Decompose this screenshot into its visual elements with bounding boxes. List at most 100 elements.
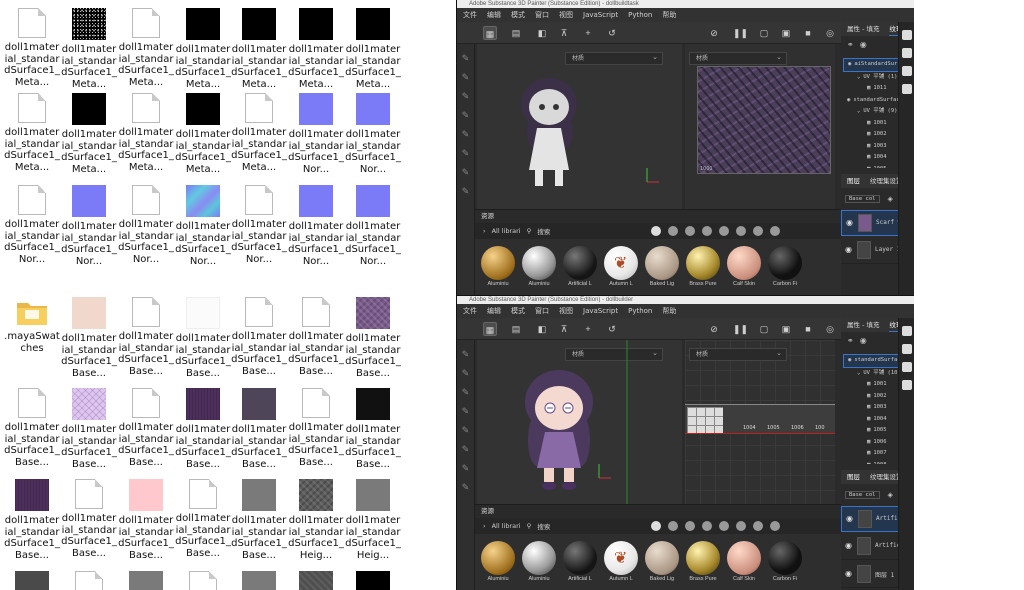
mask-icon[interactable] — [685, 226, 695, 236]
file-item[interactable]: doll1material_standardSurface1_Base... — [231, 479, 287, 561]
display-settings-icon[interactable] — [902, 30, 912, 40]
file-item[interactable]: doll1material_standardSurface1_Base... — [231, 297, 287, 377]
history-icon[interactable]: ↺ — [605, 26, 619, 40]
eye-icon[interactable]: ◉ — [860, 336, 867, 345]
menu-item[interactable]: 模式 — [511, 10, 525, 20]
screenshot-icon[interactable]: ◎ — [823, 26, 837, 40]
brush-filter-icon[interactable] — [719, 226, 729, 236]
grid-options-icon[interactable]: ▤ — [509, 26, 523, 40]
file-item[interactable]: doll1material_standardSurface1_Meta... — [61, 93, 117, 175]
menu-item[interactable]: JavaScript — [583, 307, 618, 315]
filter-icon[interactable] — [702, 521, 712, 531]
eye-icon[interactable]: ◉ — [846, 514, 853, 523]
history-icon[interactable]: ↺ — [605, 322, 619, 336]
file-item[interactable]: doll1material_standardSurface1_Base... — [288, 388, 344, 468]
align-icon[interactable]: ⊼ — [557, 322, 571, 336]
file-item[interactable]: doll1material_standardSurface1_Base... — [345, 388, 401, 470]
brush-filter-icon[interactable] — [719, 521, 729, 531]
cube-icon[interactable]: ▣ — [779, 322, 793, 336]
export-icon[interactable] — [902, 362, 912, 372]
file-item[interactable]: doll1material_standardSurface1_Nor... — [118, 185, 174, 265]
menu-item[interactable]: 窗口 — [535, 306, 549, 316]
panel-tab[interactable]: 属性 - 填充 — [847, 22, 879, 36]
material-thumbnail[interactable]: Aluminiu — [481, 246, 515, 287]
grid-icon[interactable]: ▦ — [483, 26, 497, 40]
file-item[interactable]: doll1material_standardSurface1_Meta... — [231, 8, 287, 90]
menu-item[interactable]: JavaScript — [583, 11, 618, 19]
material-thumbnail[interactable]: Baked Lig — [645, 541, 679, 582]
eraser-icon[interactable]: ✎ — [461, 368, 471, 378]
menu-item[interactable]: 文件 — [463, 10, 477, 20]
file-item[interactable]: doll1material_standardSurface1_Meta... — [118, 93, 174, 173]
bake-icon[interactable]: ✎ — [461, 186, 471, 196]
file-item[interactable]: doll1material_standardSurface1_Nor... — [4, 185, 60, 265]
viewport-3d[interactable]: 材质 — [477, 44, 682, 209]
file-item[interactable]: doll1material_standardSurface1_Meta... — [118, 8, 174, 88]
file-item[interactable]: doll1material_standardSurface1_Base... — [345, 297, 401, 379]
file-item[interactable]: doll1material_standardSurface1_Meta... — [231, 93, 287, 173]
file-item[interactable]: doll1material_standardSurface1_Meta... — [175, 93, 231, 175]
brush-icon[interactable]: ✎ — [461, 53, 471, 63]
hide-icon[interactable]: ⊘ — [707, 26, 721, 40]
file-item[interactable]: doll1material_standardSurface1_Base... — [118, 297, 174, 377]
library-filter[interactable]: All librari — [492, 227, 521, 235]
file-item[interactable] — [4, 571, 60, 590]
material-thumbnail[interactable]: ❦ Autumn L — [604, 246, 638, 287]
texture-filter-icon[interactable] — [753, 521, 763, 531]
menu-item[interactable]: Python — [628, 11, 652, 19]
smudge-icon[interactable]: ✎ — [461, 406, 471, 416]
picker-icon[interactable]: ✎ — [461, 444, 471, 454]
file-item[interactable]: doll1material_standardSurface1_Base... — [118, 388, 174, 468]
file-item[interactable]: doll1material_standardSurface1_Base... — [118, 479, 174, 561]
material-thumbnail[interactable]: Carbon Fi — [768, 246, 802, 287]
file-item[interactable]: doll1material_standardSurface1_Base... — [61, 479, 117, 559]
material-thumbnail[interactable]: Calf Skin — [727, 246, 761, 287]
file-item[interactable]: doll1material_standardSurface1_Meta... — [61, 8, 117, 90]
file-item[interactable]: doll1material_standardSurface1_Base... — [288, 297, 344, 377]
camera-select-icon[interactable]: ▢ — [757, 26, 771, 40]
clone-icon[interactable]: ✎ — [461, 129, 471, 139]
menu-item[interactable]: 模式 — [511, 306, 525, 316]
cube-icon[interactable]: ▣ — [779, 26, 793, 40]
menu-item[interactable]: 窗口 — [535, 10, 549, 20]
file-item[interactable]: doll1material_standardSurface1_Nor... — [175, 185, 231, 267]
viewport-2d[interactable]: 材质 1004 1005 1006 100 — [685, 340, 835, 504]
eye-icon[interactable]: ◉ — [845, 245, 852, 254]
mirror-icon[interactable]: ◧ — [535, 26, 549, 40]
align-icon[interactable]: ⊼ — [557, 26, 571, 40]
channel-select[interactable]: Base col — [845, 491, 880, 499]
material-thumbnail[interactable]: Calf Skin — [727, 541, 761, 582]
menu-item[interactable]: 视图 — [559, 306, 573, 316]
add-icon[interactable]: + — [581, 322, 595, 336]
file-item[interactable]: doll1material_standardSurface1_Base... — [231, 388, 287, 470]
file-item[interactable]: doll1material_standardSurface1_Nor... — [288, 185, 344, 267]
file-item[interactable] — [288, 571, 344, 590]
file-item[interactable]: doll1material_standardSurface1_Nor... — [288, 93, 344, 175]
search-input[interactable]: 搜索 — [537, 226, 617, 236]
smart-material-icon[interactable] — [668, 521, 678, 531]
bake-icon[interactable]: ✎ — [461, 482, 471, 492]
eye-icon[interactable]: ◉ — [846, 218, 853, 227]
chevron-right-icon[interactable]: › — [483, 522, 486, 530]
filter-icon[interactable] — [702, 226, 712, 236]
export-icon[interactable] — [902, 66, 912, 76]
texture-filter-icon[interactable] — [753, 226, 763, 236]
menu-item[interactable]: 文件 — [463, 306, 477, 316]
particle-icon[interactable] — [736, 226, 746, 236]
material-filter-icon[interactable] — [651, 226, 661, 236]
library-filter[interactable]: All librari — [492, 522, 521, 530]
polyfill-icon[interactable]: ✎ — [461, 463, 471, 473]
material-thumbnail[interactable]: Carbon Fi — [768, 541, 802, 582]
file-item[interactable]: doll1material_standardSurface1_Meta... — [345, 8, 401, 90]
chevron-right-icon[interactable]: › — [483, 227, 486, 235]
panel-tab[interactable]: 属性 - 填充 — [847, 318, 879, 332]
file-item[interactable]: doll1material_standardSurface1_Nor... — [345, 93, 401, 175]
shader-settings-icon[interactable] — [902, 48, 912, 58]
channel-select[interactable]: Base col — [845, 195, 880, 203]
grid-options-icon[interactable]: ▤ — [509, 322, 523, 336]
material-thumbnail[interactable]: Artificial L — [563, 246, 597, 287]
viewport-2d-channel-select[interactable]: 材质 — [689, 348, 787, 361]
environment-icon[interactable] — [770, 521, 780, 531]
file-item[interactable] — [345, 571, 401, 590]
layers-tab[interactable]: 图层 — [847, 174, 860, 188]
